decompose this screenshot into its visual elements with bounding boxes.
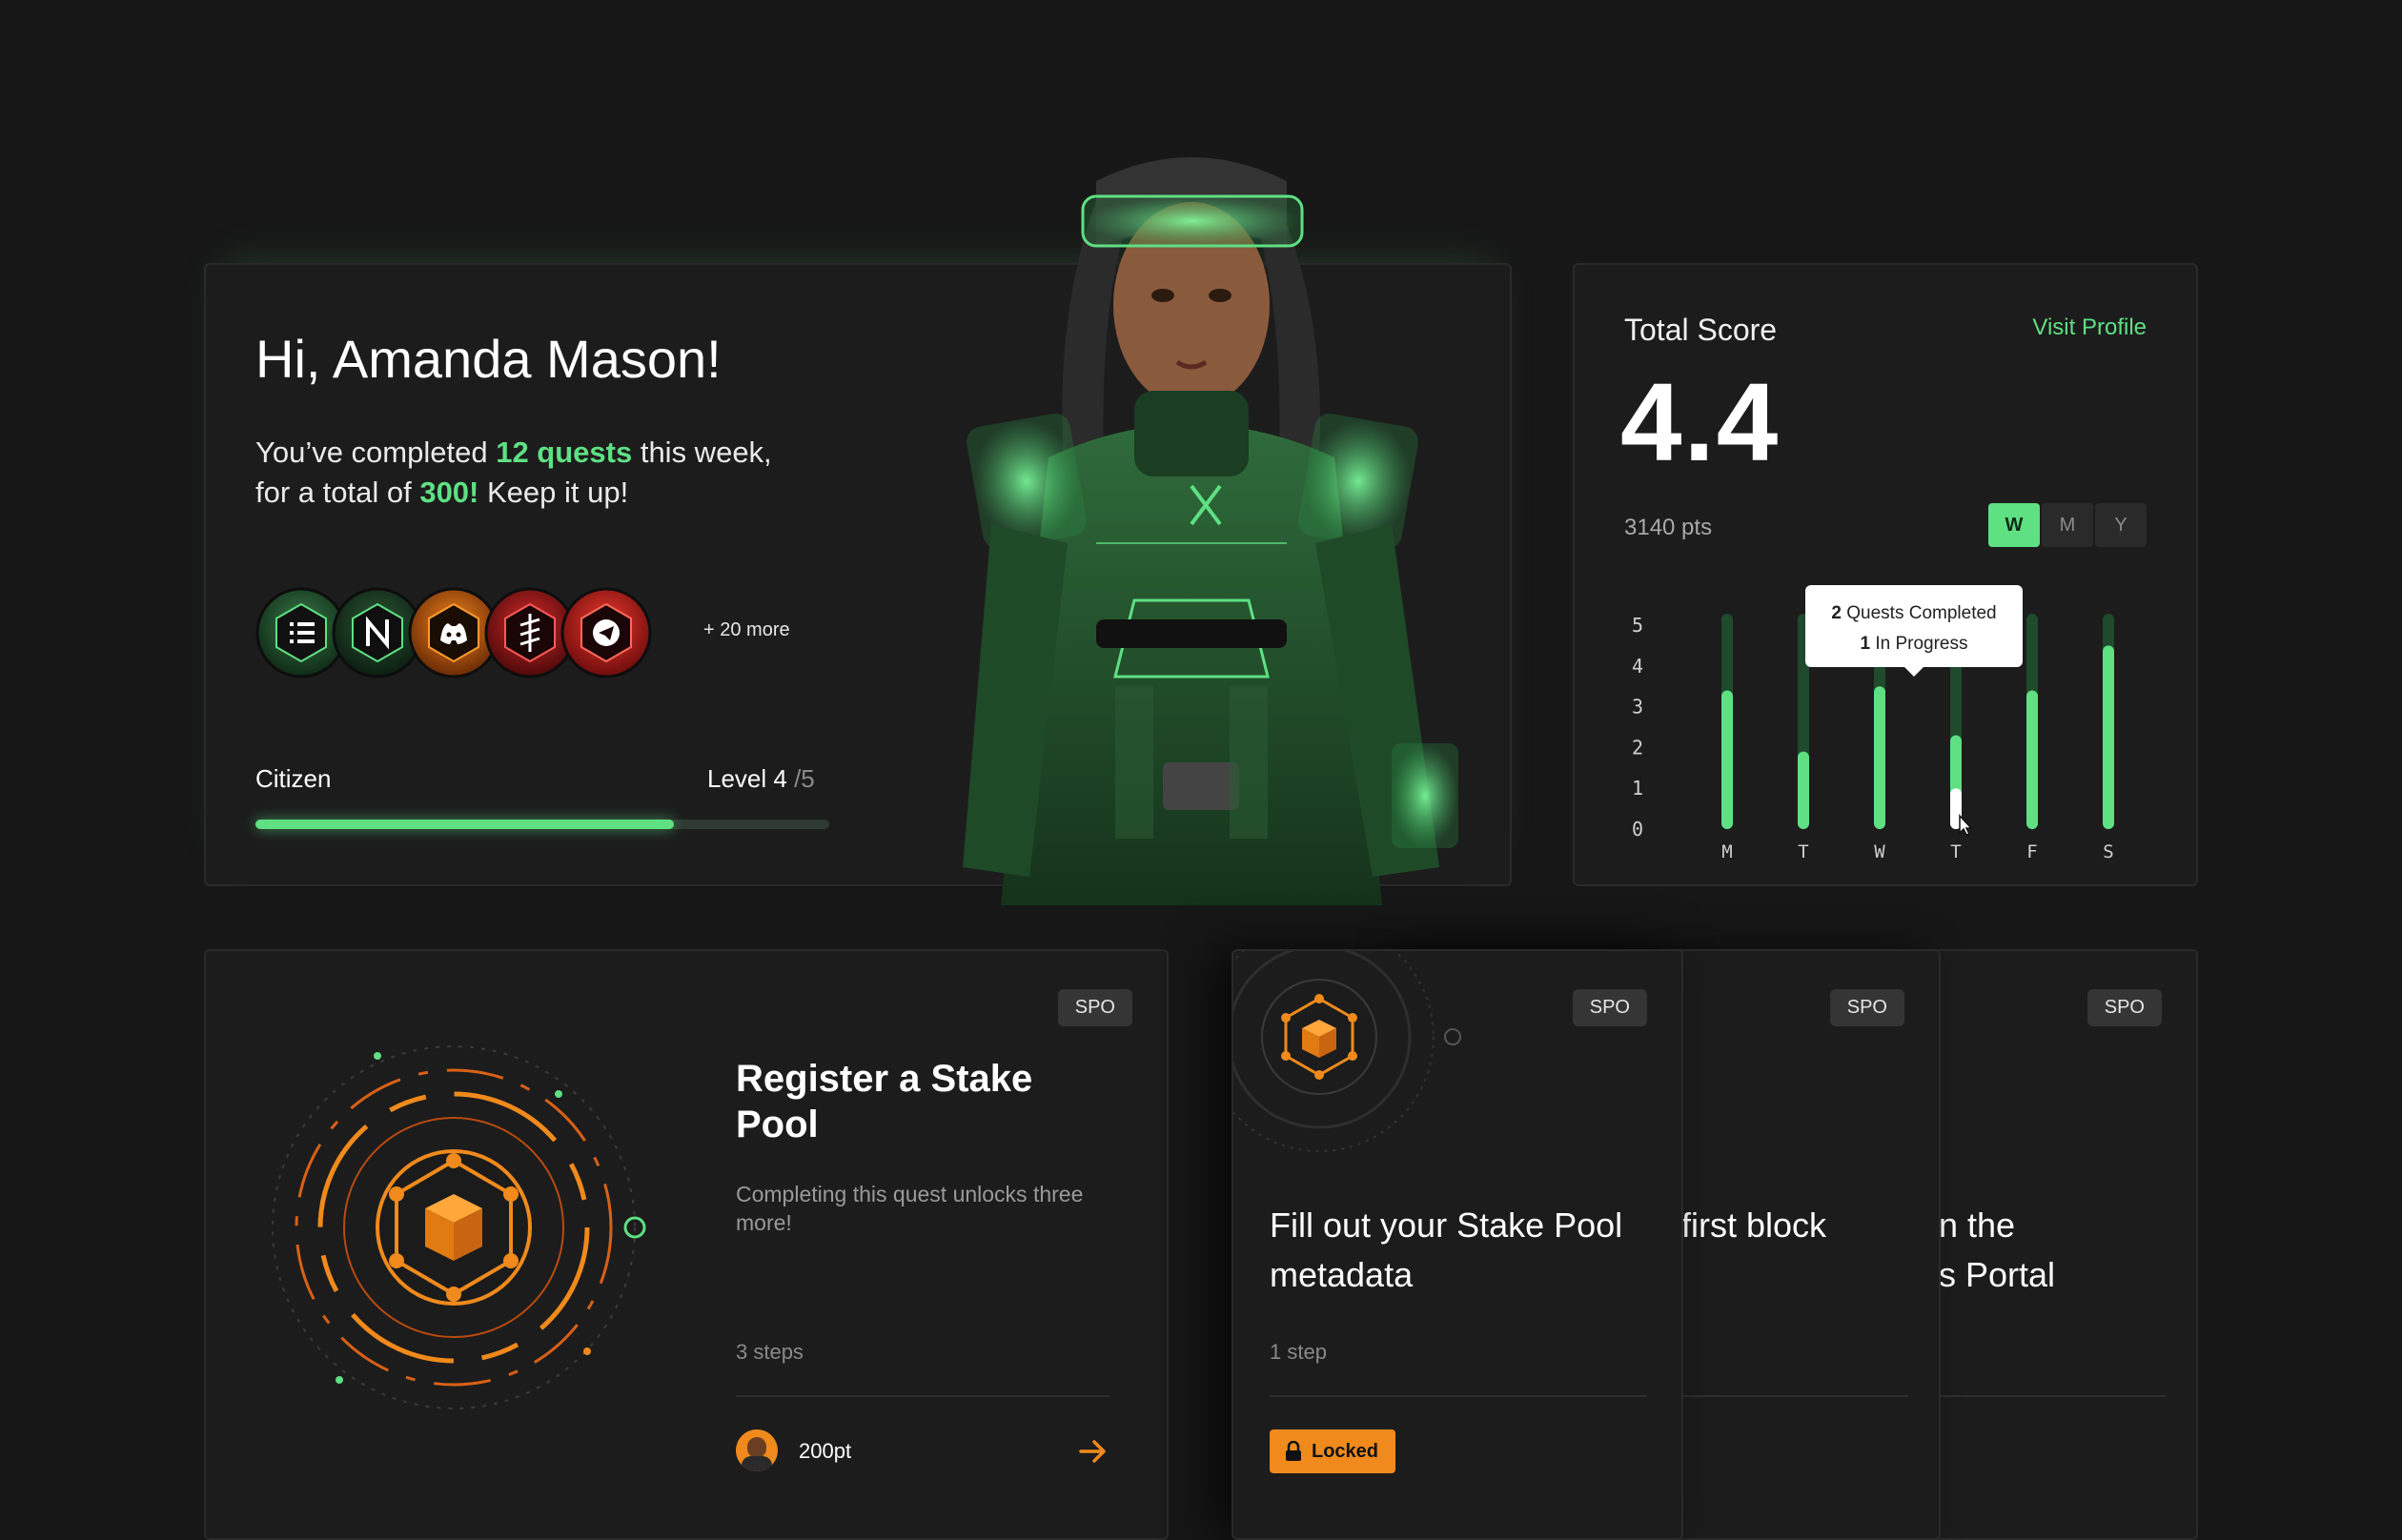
y-tick-label: 1 <box>1632 777 1643 800</box>
quest-steps: 3 steps <box>736 1340 804 1364</box>
ethereum-badge-icon[interactable] <box>484 587 576 679</box>
quest-description: Completing this quest unlocks three more… <box>736 1182 1084 1235</box>
level-progress-fill <box>255 820 675 829</box>
points-total: 3140 pts <box>1624 515 1713 540</box>
character-illustration <box>963 157 1458 905</box>
quest-card-stake-pool-metadata[interactable]: SPO Fill out your Stake Pool metadata 1 … <box>1232 949 1683 1540</box>
total-points: 300! <box>419 476 479 509</box>
level-max: /5 <box>794 764 815 793</box>
stake-pool-cube-illustration <box>272 1045 646 1409</box>
period-year-button[interactable]: Y <box>2095 503 2147 547</box>
period-month-button[interactable]: M <box>2042 503 2093 547</box>
y-tick-label: 3 <box>1632 696 1643 719</box>
quest-title: Fill out your Stake Pool metadata <box>1270 1206 1623 1294</box>
tooltip-progress-count: 1 <box>1860 634 1871 654</box>
lock-icon <box>1286 1441 1301 1461</box>
level-progress-track <box>255 820 829 829</box>
y-tick-label: 0 <box>1632 818 1643 841</box>
summary-text: You’ve completed <box>255 436 497 469</box>
weekly-summary: You’ve completed 12 quests this week, fo… <box>255 433 772 513</box>
quest-title-partial: n the s Portal <box>1939 1201 2055 1300</box>
badges-svg <box>255 587 652 679</box>
level-label: Level 4 <box>707 764 787 793</box>
quest-title: Register a Stake Pool <box>736 1058 1033 1145</box>
score-title: Total Score <box>1624 313 1778 347</box>
quest-tag: SPO <box>1829 989 1904 1026</box>
level-indicator: Level 4 /5 <box>707 764 815 794</box>
quest-count: 12 quests <box>496 436 633 469</box>
quest-tag: SPO <box>2086 989 2162 1026</box>
chart-tooltip: 2 Quests Completed 1 In Progress <box>1805 585 2023 677</box>
discord-badge-icon[interactable] <box>408 587 499 679</box>
stake-pool-cube-icon <box>1233 951 1461 1152</box>
y-tick-label: 2 <box>1632 736 1643 759</box>
period-week-button[interactable]: W <box>1988 503 2040 547</box>
cursor-pointer-icon <box>1959 814 1973 836</box>
y-tick-label: 4 <box>1632 655 1643 678</box>
quest-divider <box>736 1395 1109 1397</box>
x-tick-label: S <box>2103 841 2113 862</box>
badge-row <box>255 585 675 680</box>
y-tick-label: 5 <box>1632 614 1643 637</box>
quest-tag: SPO <box>1057 989 1132 1026</box>
arrow-right-icon[interactable] <box>1077 1435 1109 1468</box>
summary-text: this week, <box>632 436 772 469</box>
telegram-badge-icon[interactable] <box>560 587 652 679</box>
score-value: 4.4 <box>1620 360 1781 484</box>
bar-s-5[interactable] <box>2103 645 2114 829</box>
x-tick-label: T <box>1950 841 1961 862</box>
avatar <box>736 1429 778 1471</box>
bar-t-1[interactable] <box>1798 751 1809 829</box>
x-tick-label: M <box>1721 841 1732 862</box>
list-badge-icon[interactable] <box>255 587 347 679</box>
more-badges-link[interactable]: + 20 more <box>703 619 790 641</box>
quest-title-partial: first block <box>1681 1206 1827 1245</box>
tooltip-pointer <box>1904 667 1924 677</box>
rank-label: Citizen <box>255 764 332 793</box>
locked-badge: Locked <box>1270 1429 1396 1473</box>
x-tick-label: W <box>1874 841 1885 862</box>
tooltip-progress-label: In Progress <box>1870 634 1968 654</box>
quest-title-line: s Portal <box>1939 1255 2056 1294</box>
quest-title-line: n the <box>1939 1206 2016 1245</box>
quest-divider <box>1681 1395 1908 1397</box>
quest-points: 200pt <box>799 1439 852 1463</box>
bar-m-0[interactable] <box>1721 690 1733 829</box>
tooltip-completed-count: 2 <box>1831 603 1842 623</box>
summary-text: Keep it up! <box>478 476 629 509</box>
greeting-title: Hi, Amanda Mason! <box>255 329 722 389</box>
x-tick-label: T <box>1798 841 1808 862</box>
score-card: Total Score Visit Profile 4.4 3140 pts W… <box>1573 263 2198 886</box>
n-logo-badge-icon[interactable] <box>332 587 423 679</box>
summary-text: for a total of <box>255 476 420 509</box>
quest-tag: SPO <box>1572 989 1647 1026</box>
quest-steps: 1 step <box>1270 1340 1327 1364</box>
bar-w-2[interactable] <box>1874 686 1885 829</box>
visit-profile-link[interactable]: Visit Profile <box>2032 314 2147 341</box>
quest-divider <box>1270 1395 1647 1397</box>
locked-label: Locked <box>1312 1440 1379 1462</box>
bar-f-4[interactable] <box>2026 690 2038 829</box>
period-selector: W M Y <box>1988 503 2147 547</box>
tooltip-completed-label: Quests Completed <box>1841 603 1997 623</box>
quest-card-register-stake-pool[interactable]: SPO Register a Stake Pool Completing thi… <box>204 949 1169 1540</box>
quest-divider <box>1939 1395 2166 1397</box>
x-tick-label: F <box>2026 841 2037 862</box>
